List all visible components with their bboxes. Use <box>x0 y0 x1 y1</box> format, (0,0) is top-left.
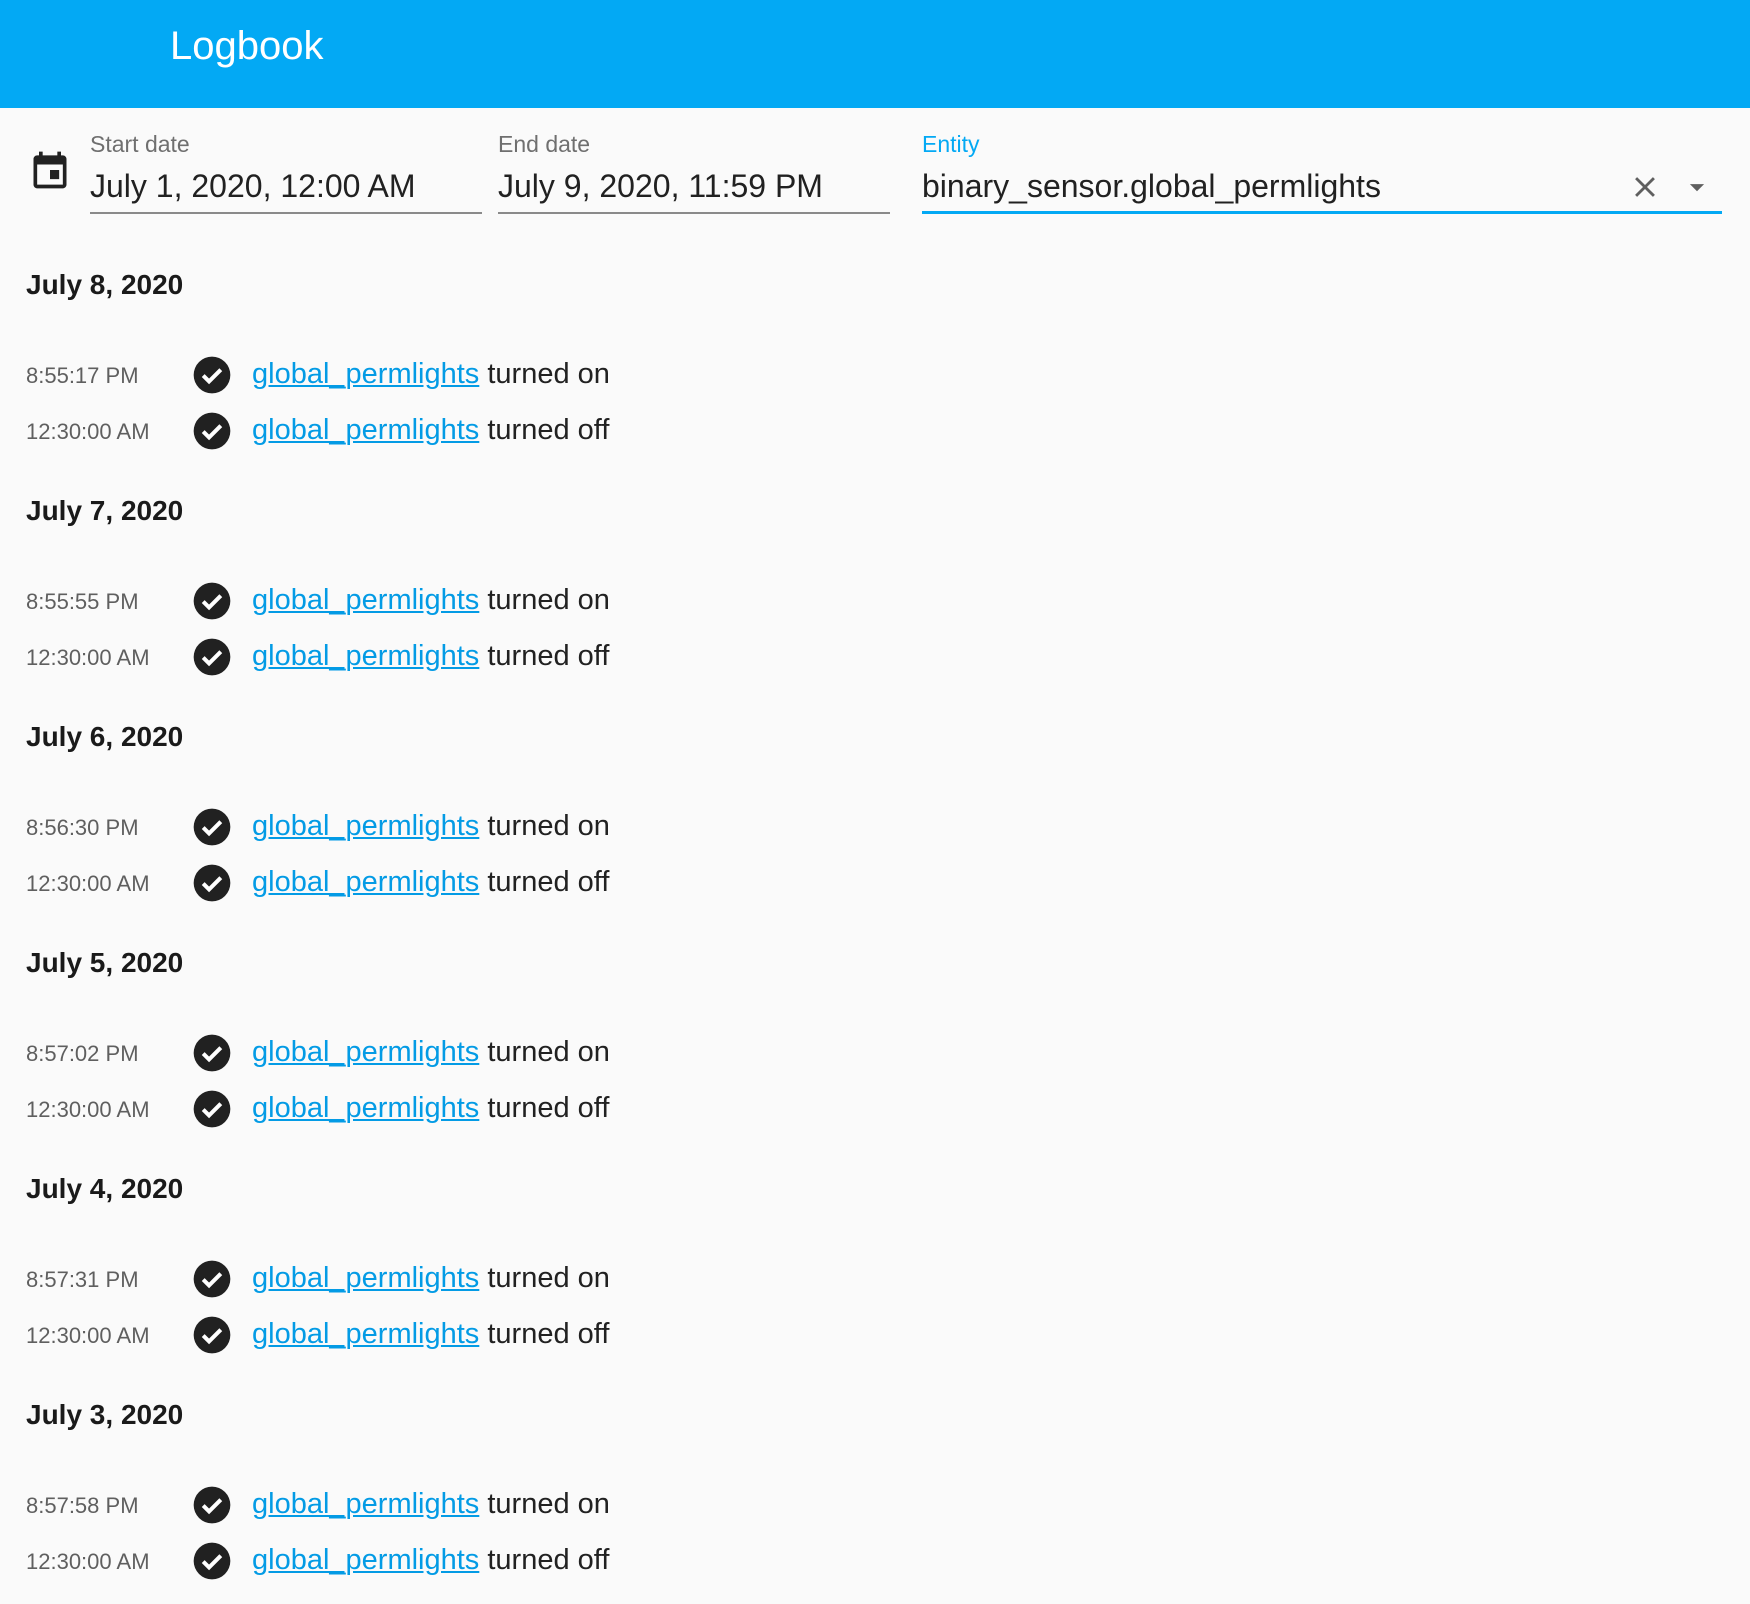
end-date-underline <box>498 212 890 214</box>
entry-time: 12:30:00 AM <box>26 871 150 896</box>
caret-down-icon[interactable] <box>1680 170 1714 204</box>
check-circle-icon <box>193 808 231 846</box>
entry-message: global_permlights turned on <box>252 582 610 618</box>
entry-action: turned on <box>487 1036 610 1068</box>
log-day: July 5, 2020 8:57:02 PM global_permlight… <box>0 896 1750 1128</box>
entry-message: global_permlights turned off <box>252 1090 609 1126</box>
check-circle-icon <box>193 1260 231 1298</box>
entity-link[interactable]: global_permlights <box>252 810 479 842</box>
entry-time: 12:30:00 AM <box>26 645 150 670</box>
log-day: July 8, 2020 8:55:17 PM global_permlight… <box>0 218 1750 450</box>
entry-action: turned on <box>487 584 610 616</box>
entity-underline <box>922 211 1722 214</box>
log-entry: 8:55:55 PM global_permlights turned on <box>0 574 1750 630</box>
end-date-label: End date <box>498 131 591 157</box>
entry-action: turned off <box>487 866 610 898</box>
entity-link[interactable]: global_permlights <box>252 1262 479 1294</box>
entry-time: 8:57:58 PM <box>26 1493 139 1518</box>
entry-action: turned on <box>487 1262 610 1294</box>
log-day: July 4, 2020 8:57:31 PM global_permlight… <box>0 1122 1750 1354</box>
entry-time: 12:30:00 AM <box>26 1097 150 1122</box>
entity-link[interactable]: global_permlights <box>252 1544 479 1576</box>
check-circle-icon <box>193 356 231 394</box>
start-date-label: Start date <box>90 131 190 157</box>
entity-input[interactable]: binary_sensor.global_permlights <box>922 166 1381 206</box>
check-circle-icon <box>193 1034 231 1072</box>
entry-action: turned on <box>487 358 610 390</box>
entry-message: global_permlights turned off <box>252 412 609 448</box>
entity-link[interactable]: global_permlights <box>252 866 479 898</box>
entity-link[interactable]: global_permlights <box>252 1488 479 1520</box>
entry-time: 8:57:02 PM <box>26 1041 139 1066</box>
entry-message: global_permlights turned on <box>252 808 610 844</box>
close-icon[interactable] <box>1628 170 1662 204</box>
entry-time: 8:56:30 PM <box>26 815 139 840</box>
log-entry: 12:30:00 AM global_permlights turned off <box>0 1534 1750 1590</box>
entry-action: turned off <box>487 1544 610 1576</box>
filter-bar: Start date July 1, 2020, 12:00 AM End da… <box>0 108 1750 218</box>
entry-action: turned on <box>487 1488 610 1520</box>
entity-link[interactable]: global_permlights <box>252 1036 479 1068</box>
log-entry: 8:56:30 PM global_permlights turned on <box>0 800 1750 856</box>
entity-link[interactable]: global_permlights <box>252 414 479 446</box>
entity-link[interactable]: global_permlights <box>252 584 479 616</box>
entry-action: turned off <box>487 414 610 446</box>
entity-label: Entity <box>922 131 980 157</box>
log-day: July 6, 2020 8:56:30 PM global_permlight… <box>0 670 1750 902</box>
day-heading: July 4, 2020 <box>26 1173 184 1204</box>
entity-link[interactable]: global_permlights <box>252 1092 479 1124</box>
start-date-value[interactable]: July 1, 2020, 12:00 AM <box>90 166 416 206</box>
day-heading: July 3, 2020 <box>26 1399 184 1430</box>
entry-time: 12:30:00 AM <box>26 1549 150 1574</box>
entry-message: global_permlights turned on <box>252 1260 610 1296</box>
log-day: July 7, 2020 8:55:55 PM global_permlight… <box>0 444 1750 676</box>
log-entry: 8:55:17 PM global_permlights turned on <box>0 348 1750 404</box>
day-heading: July 6, 2020 <box>26 721 184 752</box>
check-circle-icon <box>193 1542 231 1580</box>
calendar-icon[interactable] <box>28 148 72 192</box>
check-circle-icon <box>193 1486 231 1524</box>
day-heading: July 5, 2020 <box>26 947 184 978</box>
page-title: Logbook <box>170 24 324 68</box>
log-entry: 8:57:58 PM global_permlights turned on <box>0 1478 1750 1534</box>
entry-time: 8:55:55 PM <box>26 589 139 614</box>
entry-action: turned off <box>487 1092 610 1124</box>
end-date-field[interactable]: End date July 9, 2020, 11:59 PM <box>498 130 890 214</box>
start-date-field[interactable]: Start date July 1, 2020, 12:00 AM <box>90 130 482 214</box>
entry-message: global_permlights turned on <box>252 1486 610 1522</box>
entry-message: global_permlights turned off <box>252 1316 609 1352</box>
entry-message: global_permlights turned off <box>252 638 609 674</box>
entry-time: 12:30:00 AM <box>26 419 150 444</box>
entry-time: 8:57:31 PM <box>26 1267 139 1292</box>
log-day: July 3, 2020 8:57:58 PM global_permlight… <box>0 1348 1750 1580</box>
entry-time: 8:55:17 PM <box>26 363 139 388</box>
entry-message: global_permlights turned off <box>252 864 609 900</box>
entry-time: 12:30:00 AM <box>26 1323 150 1348</box>
entry-action: turned on <box>487 810 610 842</box>
entry-action: turned off <box>487 640 610 672</box>
log-entry: 8:57:02 PM global_permlights turned on <box>0 1026 1750 1082</box>
app-toolbar: Logbook <box>0 0 1750 108</box>
entity-link[interactable]: global_permlights <box>252 640 479 672</box>
entry-action: turned off <box>487 1318 610 1350</box>
entity-link[interactable]: global_permlights <box>252 1318 479 1350</box>
entry-message: global_permlights turned off <box>252 1542 609 1578</box>
entity-link[interactable]: global_permlights <box>252 358 479 390</box>
entry-message: global_permlights turned on <box>252 1034 610 1070</box>
entity-picker[interactable]: Entity binary_sensor.global_permlights <box>922 130 1722 214</box>
day-heading: July 8, 2020 <box>26 269 184 300</box>
logbook-list: July 8, 2020 8:55:17 PM global_permlight… <box>0 218 1750 1580</box>
log-entry: 8:57:31 PM global_permlights turned on <box>0 1252 1750 1308</box>
end-date-value[interactable]: July 9, 2020, 11:59 PM <box>498 166 823 206</box>
day-heading: July 7, 2020 <box>26 495 184 526</box>
start-date-underline <box>90 212 482 214</box>
entry-message: global_permlights turned on <box>252 356 610 392</box>
check-circle-icon <box>193 582 231 620</box>
